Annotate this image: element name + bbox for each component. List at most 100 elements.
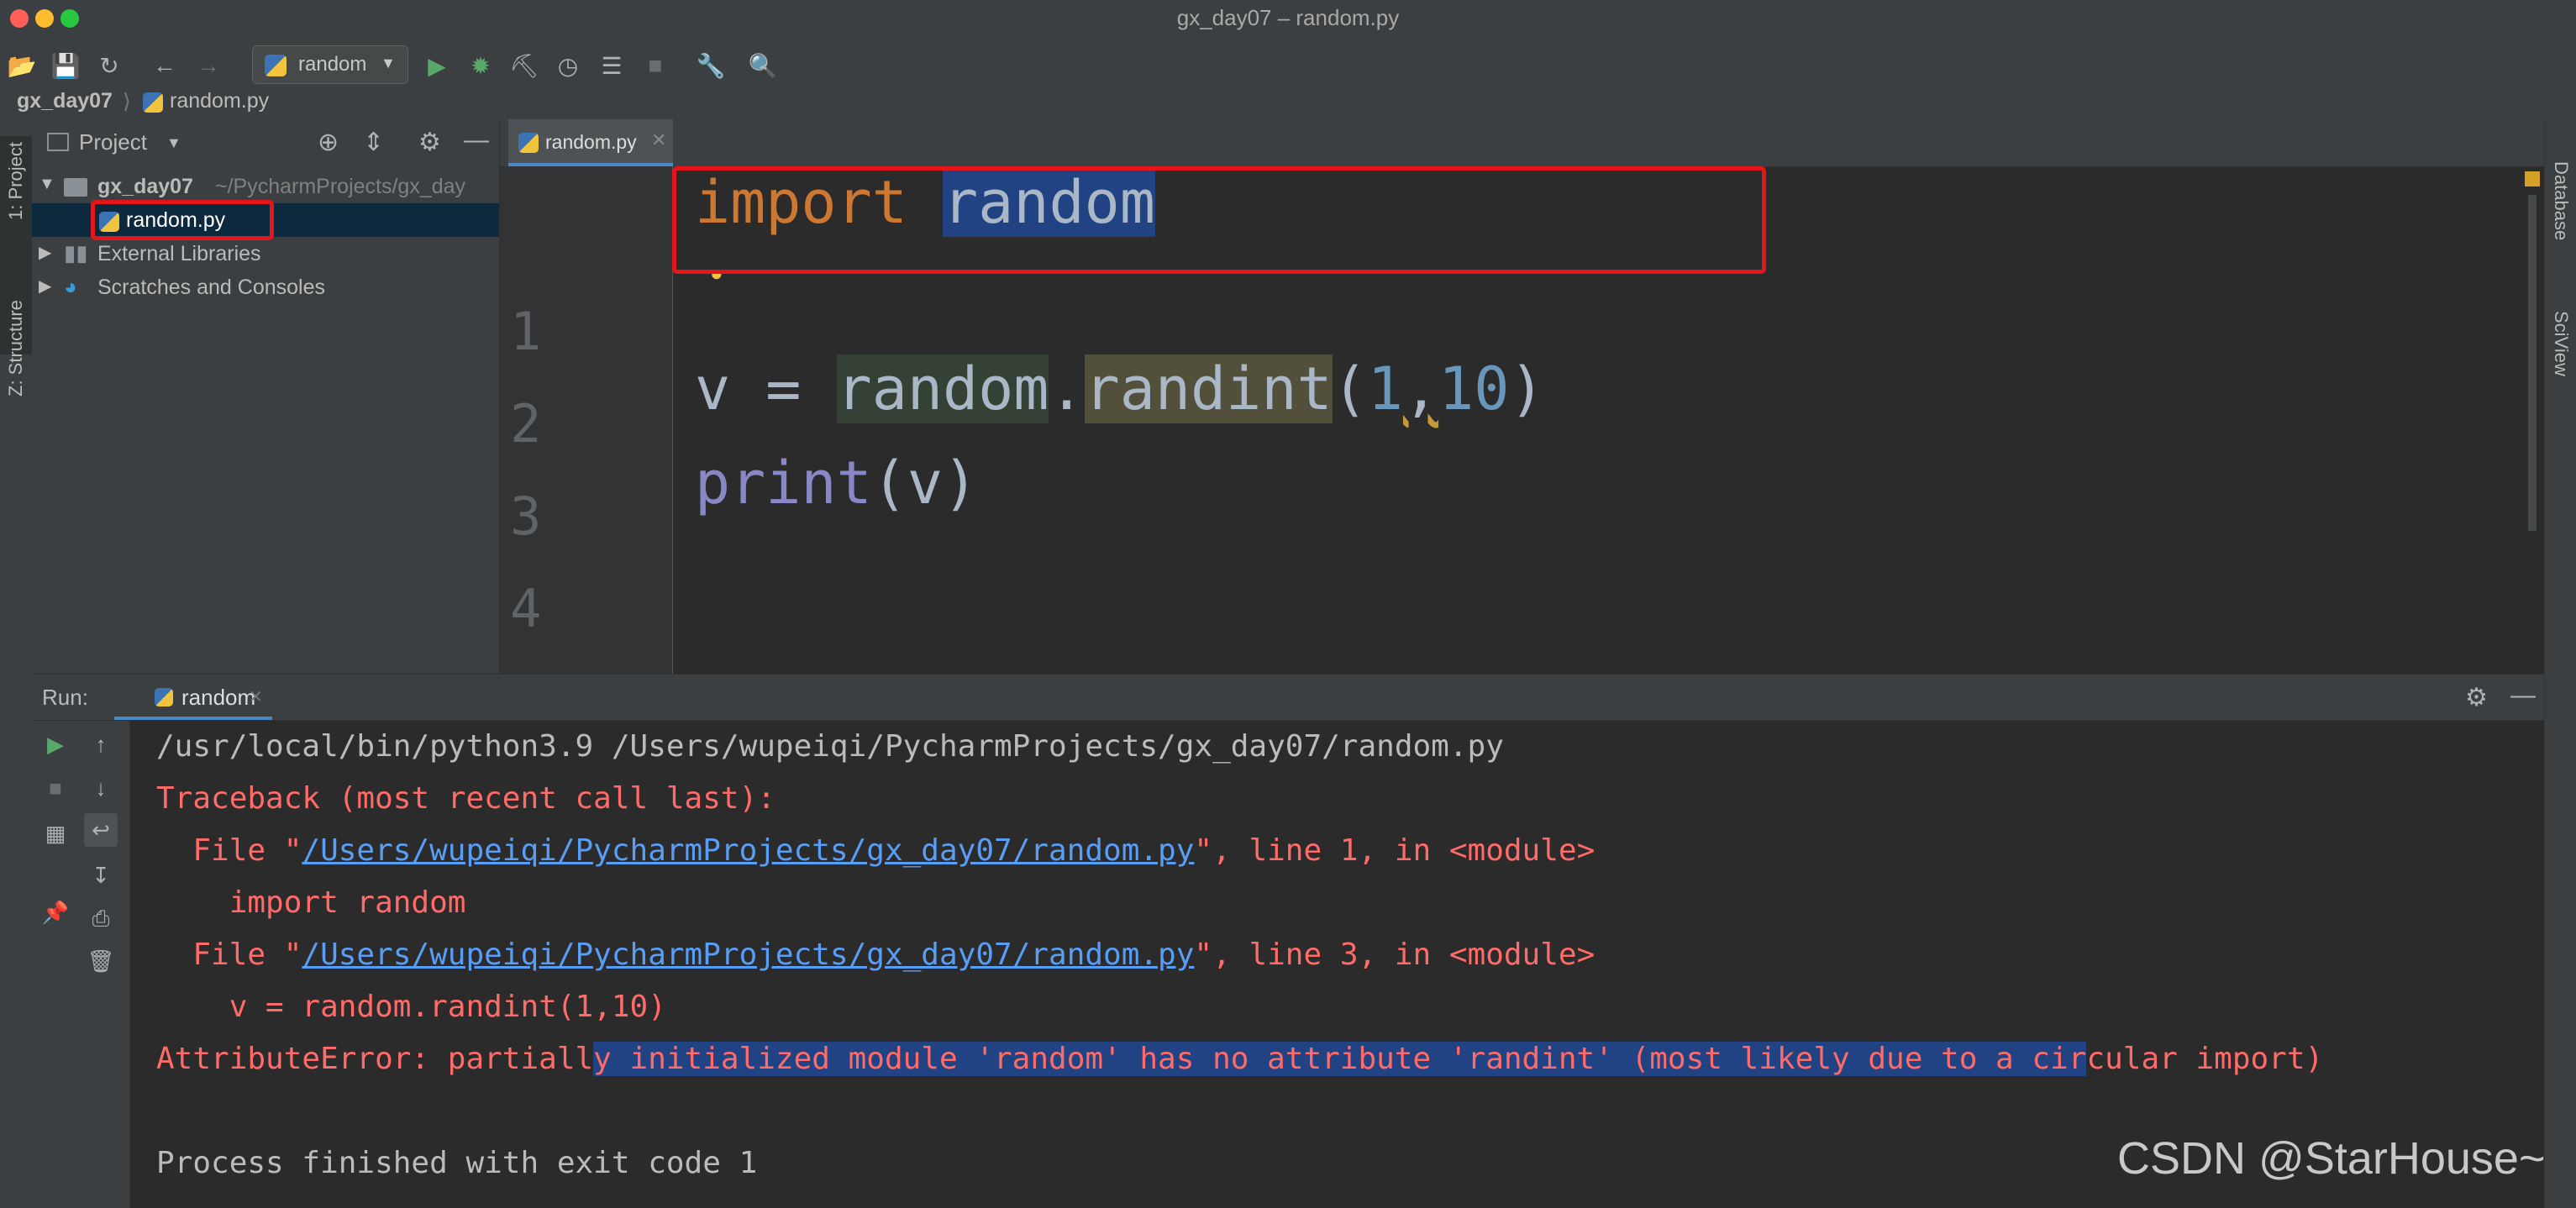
python-file-icon (518, 133, 539, 153)
console-error-line: AttributeError: partially initialized mo… (156, 1042, 2323, 1076)
layout-icon[interactable]: ▦ (39, 817, 72, 850)
chevron-right-icon[interactable]: ▶ (39, 242, 51, 263)
console-text: ", line 3, in <module> (1194, 938, 1596, 972)
stop-icon[interactable]: ■ (640, 50, 670, 81)
debug-icon[interactable]: ✹ (465, 50, 496, 81)
warning-marker-icon[interactable] (2525, 171, 2540, 186)
tree-item-external-libraries[interactable]: ▶ ▮▮ External Libraries (32, 237, 499, 270)
coverage-icon[interactable]: ⛏ (509, 50, 539, 81)
soft-wrap-icon[interactable]: ↩ (84, 813, 118, 847)
up-arrow-icon[interactable]: ↑ (84, 727, 118, 761)
left-tool-strip: 1: Project Z: Structure (0, 119, 33, 1208)
console-code-line-1: import random (156, 885, 466, 920)
console-exit-message: Process finished with exit code 1 (156, 1146, 758, 1180)
hide-panel-icon[interactable]: — (464, 126, 489, 155)
line-number: 1 (510, 301, 542, 362)
code-paren: ( (1332, 355, 1368, 423)
back-icon[interactable]: ← (150, 50, 180, 81)
tree-item-label: gx_day07 (97, 175, 193, 198)
rerun-icon[interactable]: ▶ (39, 727, 72, 761)
chevron-down-icon: ▼ (381, 55, 396, 71)
open-icon[interactable]: 📂 (7, 50, 37, 81)
chevron-down-icon[interactable]: ▼ (166, 134, 181, 152)
code-paren: ) (1509, 355, 1545, 423)
python-file-icon (155, 688, 173, 706)
line-number: 2 (510, 393, 542, 454)
sync-icon[interactable]: ↻ (94, 50, 124, 81)
run-configuration-select[interactable]: random ▼ (252, 45, 408, 84)
project-view-title[interactable]: Project (79, 129, 147, 155)
editor-scrollbar[interactable] (2528, 195, 2537, 531)
gear-icon[interactable]: ⚙ (2465, 683, 2488, 712)
stop-icon[interactable]: ■ (39, 771, 72, 805)
gear-icon[interactable]: ⚙ (418, 128, 441, 157)
search-icon[interactable]: 🔍 (748, 50, 778, 81)
editor-tab-bar: random.py ✕ (500, 119, 2544, 167)
collapse-icon[interactable]: ⇕ (363, 128, 384, 157)
highlight-box-file (91, 200, 274, 240)
code-builtin: print (695, 449, 872, 517)
project-tool-tab[interactable]: 1: Project (5, 142, 27, 220)
pin-icon[interactable]: 📌 (39, 895, 72, 929)
print-icon[interactable]: ⎙ (84, 902, 118, 936)
run-icon[interactable]: ▶ (422, 50, 452, 81)
highlight-box-import (672, 166, 1766, 274)
down-arrow-icon[interactable]: ↓ (84, 771, 118, 805)
tree-item-project-root[interactable]: ▼ gx_day07 ~/PycharmProjects/gx_day (32, 170, 499, 203)
code-comma: , (1402, 355, 1439, 423)
project-view-icon (47, 133, 69, 151)
close-icon[interactable]: ✕ (249, 686, 263, 707)
code-line-4[interactable]: print(v) (695, 449, 978, 517)
project-panel: Project ▼ ⊕ ⇕ ⚙ — ▼ gx_day07 ~/PycharmPr… (32, 119, 500, 674)
console-file-link[interactable]: /Users/wupeiqi/PycharmProjects/gx_day07/… (302, 938, 1194, 972)
code-dot: . (1049, 355, 1085, 423)
forward-icon[interactable]: → (193, 50, 223, 81)
right-tool-strip: Database SciView (2544, 119, 2576, 1208)
console-selection: y initialized module 'random' has no att… (593, 1042, 2087, 1076)
run-panel: Run: random ✕ ⚙ — ▶ ↑ ■ ↓ ↩ ▦ ↧ 📌 ⎙ 🗑 /u… (32, 674, 2544, 1208)
hide-panel-icon[interactable]: — (2510, 681, 2536, 710)
wrench-icon[interactable]: 🔧 (696, 50, 726, 81)
project-panel-header: Project ▼ ⊕ ⇕ ⚙ — (32, 119, 499, 168)
editor-tab-random-py[interactable]: random.py ✕ (508, 119, 673, 166)
run-configuration-label: random (298, 53, 367, 76)
console-text: AttributeError: partiall (156, 1042, 594, 1076)
chevron-down-icon[interactable]: ▼ (39, 175, 55, 194)
breadcrumb-project[interactable]: gx_day07 (17, 89, 113, 113)
run-panel-header: Run: random ✕ ⚙ — (32, 674, 2544, 721)
line-number: 4 (510, 578, 542, 639)
console-file-line-1: File "/Users/wupeiqi/PycharmProjects/gx_… (156, 833, 1595, 868)
chevron-right-icon[interactable]: ▶ (39, 276, 51, 297)
concurrency-icon[interactable]: ☰ (597, 50, 627, 81)
python-icon (265, 55, 287, 76)
code-variable: v = (695, 355, 837, 423)
breadcrumb-file[interactable]: random.py (170, 89, 269, 113)
breadcrumb: gx_day07 ⟩ random.py (0, 84, 2576, 120)
line-number-gutter: 1 2 3 4 5 (500, 166, 673, 732)
locate-icon[interactable]: ⊕ (318, 128, 339, 157)
code-function: randint (1084, 355, 1333, 423)
tree-item-scratches[interactable]: ▶ ◕ Scratches and Consoles (32, 270, 499, 304)
close-icon[interactable]: ✕ (651, 129, 666, 151)
console-file-link[interactable]: /Users/wupeiqi/PycharmProjects/gx_day07/… (302, 833, 1194, 868)
console-text: File " (156, 938, 302, 972)
profile-icon[interactable]: ◷ (553, 50, 583, 81)
window-title: gx_day07 – random.py (1176, 5, 1400, 30)
console-traceback-header: Traceback (most recent call last): (156, 781, 775, 816)
scroll-to-end-icon[interactable]: ↧ (84, 859, 118, 892)
breadcrumb-separator: ⟩ (123, 90, 131, 113)
code-line-3[interactable]: v = random.randint(1,10) (695, 355, 1545, 423)
run-tab-label: random (181, 685, 256, 710)
run-tab-random[interactable]: random ✕ (114, 675, 272, 720)
run-panel-title: Run: (42, 685, 88, 710)
python-file-icon (143, 92, 163, 113)
structure-tool-tab[interactable]: Z: Structure (5, 300, 27, 397)
sciview-tool-tab[interactable]: SciView (2550, 311, 2572, 376)
tree-item-path: ~/PycharmProjects/gx_day (215, 175, 466, 198)
trash-icon[interactable]: 🗑 (84, 944, 118, 978)
code-object: random (836, 355, 1049, 423)
tree-item-label: External Libraries (97, 242, 261, 265)
database-tool-tab[interactable]: Database (2550, 161, 2572, 240)
title-bar: gx_day07 – random.py (0, 0, 2576, 38)
save-icon[interactable]: 💾 (50, 50, 81, 81)
